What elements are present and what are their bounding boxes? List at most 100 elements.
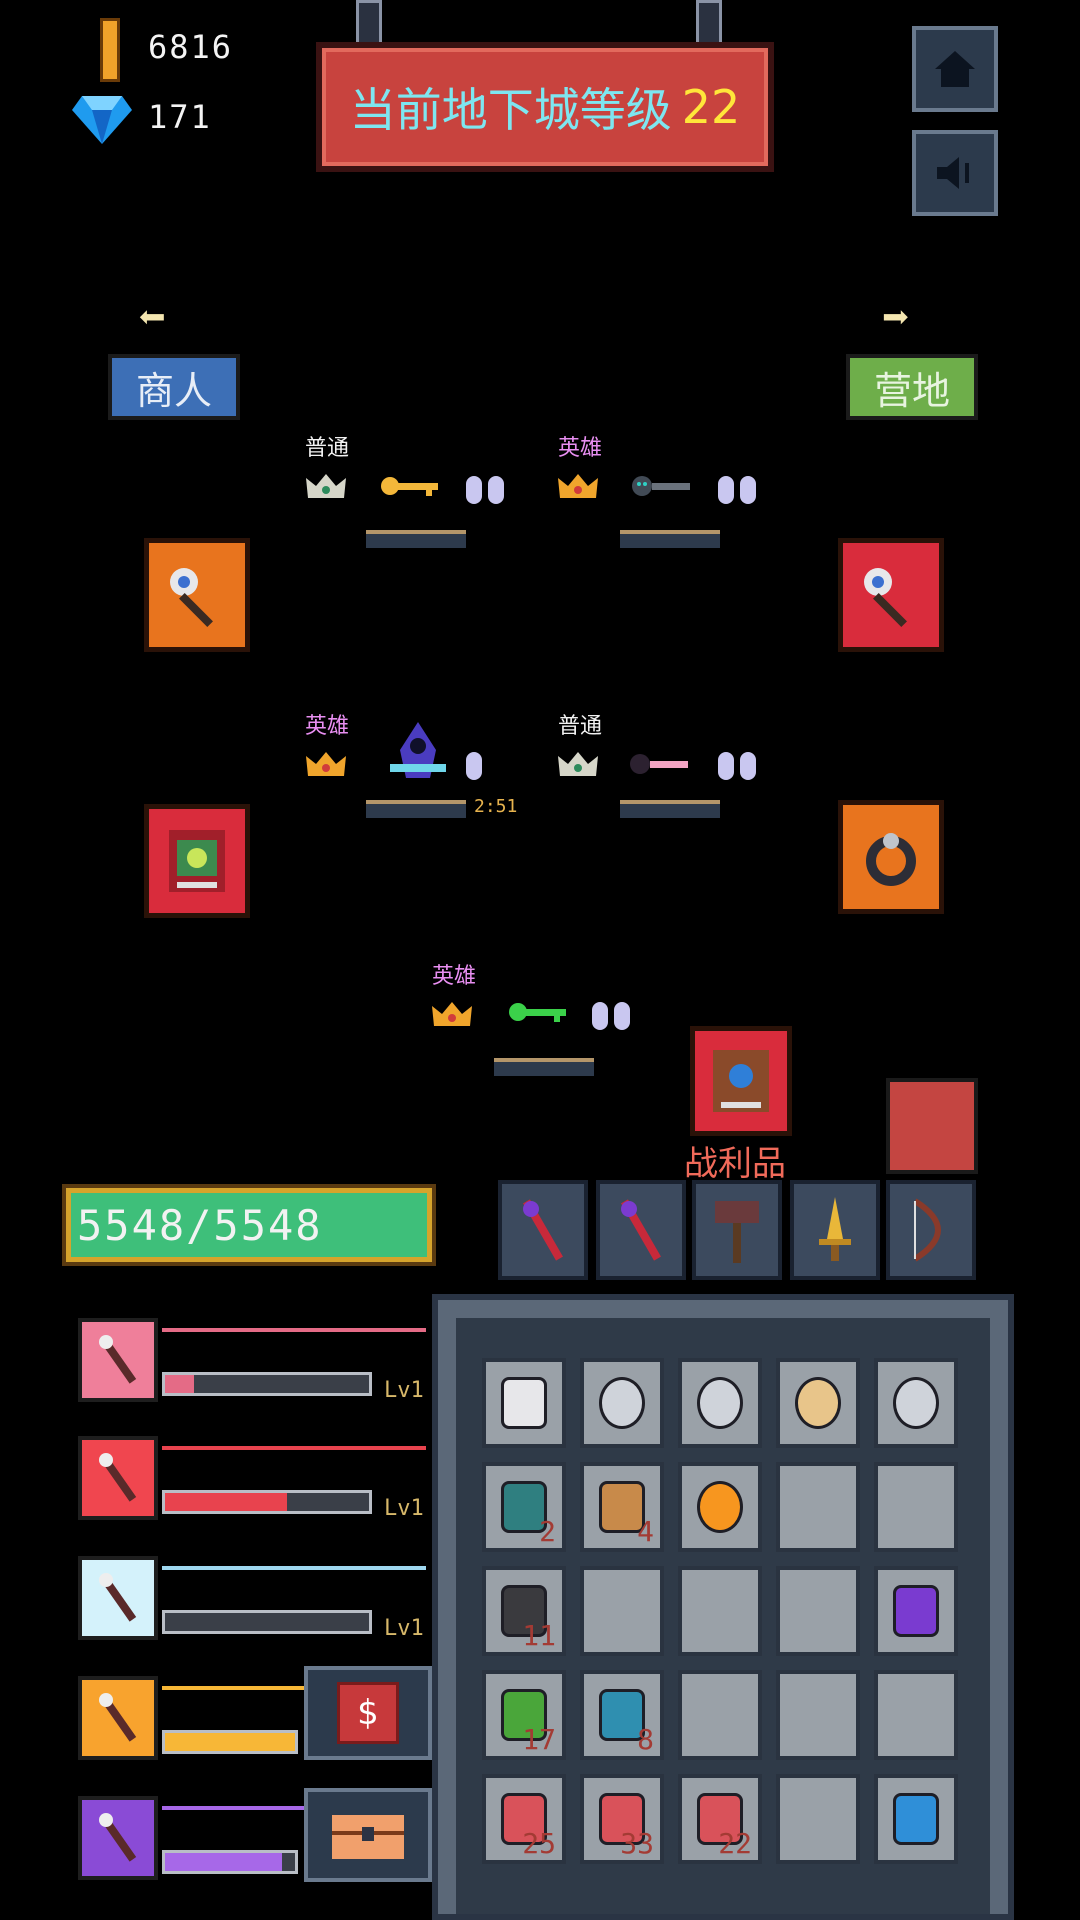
gold-crown-icon: [306, 752, 346, 776]
gold-key-icon: [381, 477, 438, 496]
weapon-level: Lv1: [384, 1616, 424, 1641]
room-5-reward[interactable]: [690, 1026, 792, 1136]
room-4-rarity: 普通: [558, 714, 603, 739]
inventory-slot[interactable]: [874, 1774, 958, 1864]
loot-slot-4[interactable]: [790, 1180, 880, 1280]
inventory-slot[interactable]: 17: [482, 1670, 566, 1760]
inventory-slot[interactable]: [874, 1670, 958, 1760]
weapon-exp-fill: [165, 1375, 194, 1393]
weapon-frame-line: [162, 1328, 426, 1332]
pedestal: [620, 530, 720, 548]
inventory-slot[interactable]: [678, 1566, 762, 1656]
inventory-slot[interactable]: 22: [678, 1774, 762, 1864]
room-2-reward[interactable]: [838, 538, 944, 652]
room-3-timer: 2:51: [474, 796, 518, 817]
bow-icon[interactable]: [78, 1796, 158, 1880]
inventory-slot[interactable]: [776, 1670, 860, 1760]
eye-staff-icon: [501, 1377, 547, 1429]
golden-sword-icon[interactable]: [78, 1556, 158, 1640]
weapon-frame-line: [162, 1446, 426, 1450]
crystal-cost: [592, 1002, 636, 1034]
eye-staff-icon: [864, 568, 907, 627]
inventory-slot[interactable]: [874, 1462, 958, 1552]
sound-button[interactable]: [912, 130, 998, 216]
weapon-row[interactable]: [78, 1676, 352, 1760]
item-count: 25: [522, 1827, 556, 1860]
inventory-slot[interactable]: [580, 1566, 664, 1656]
inventory-grid: 2 4 11 17 8 25 33 22: [456, 1318, 990, 1914]
left-arrow-icon[interactable]: ⬅: [138, 290, 166, 344]
red-crate[interactable]: [886, 1078, 978, 1174]
inventory-slot[interactable]: 33: [580, 1774, 664, 1864]
inventory-slot[interactable]: 25: [482, 1774, 566, 1864]
item-count: 17: [522, 1723, 556, 1756]
inventory-slot[interactable]: [776, 1566, 860, 1656]
inventory-slot[interactable]: [580, 1358, 664, 1448]
hammer-icon: [715, 1201, 759, 1263]
room-5-rarity: 英雄: [432, 964, 477, 989]
camp-button[interactable]: 营地: [846, 354, 978, 420]
inventory-slot[interactable]: 8: [580, 1670, 664, 1760]
gold-crown-icon: [432, 1002, 472, 1026]
weapon-row[interactable]: [78, 1796, 352, 1880]
weapon-exp-bar: [162, 1730, 298, 1754]
dungeon-level-banner: 当前地下城等级 22: [316, 42, 774, 172]
gold-icon: [100, 18, 120, 82]
weapon-row[interactable]: Lv1: [78, 1318, 426, 1403]
right-arrow-icon[interactable]: ➡: [882, 290, 910, 344]
eye-staff-icon: [170, 568, 213, 627]
loot-slot-1[interactable]: [498, 1180, 588, 1280]
weapon-row[interactable]: Lv1: [78, 1436, 426, 1521]
weapon-frame-line: [162, 1566, 426, 1570]
weapon-row[interactable]: Lv1: [78, 1556, 426, 1641]
gold-crown-icon: [558, 474, 598, 498]
inventory-slot[interactable]: [874, 1566, 958, 1656]
room-3-reward[interactable]: [144, 804, 250, 918]
pedestal: [366, 530, 466, 548]
inventory-slot[interactable]: [482, 1358, 566, 1448]
weapon-level: Lv1: [384, 1496, 424, 1521]
room-3-rarity: 英雄: [305, 714, 350, 739]
dark-key-icon: [630, 754, 688, 774]
gold-amount: 6816: [148, 28, 234, 66]
inventory-slot[interactable]: [776, 1358, 860, 1448]
room-4-reward[interactable]: [838, 800, 944, 914]
inventory-slot[interactable]: 11: [482, 1566, 566, 1656]
inventory-slot[interactable]: [776, 1462, 860, 1552]
inventory-slot[interactable]: 2: [482, 1462, 566, 1552]
silver-crown-icon: [558, 752, 598, 776]
item-count: 2: [539, 1515, 556, 1548]
chest-button[interactable]: [304, 1788, 432, 1882]
shop-button[interactable]: $: [304, 1666, 432, 1760]
room-1-reward[interactable]: [144, 538, 250, 652]
winged-staff-icon[interactable]: [78, 1676, 158, 1760]
inventory-slot[interactable]: [776, 1774, 860, 1864]
inventory-slot[interactable]: [678, 1670, 762, 1760]
eye-staff-icon[interactable]: [78, 1318, 158, 1402]
weapon-exp-bar: [162, 1610, 372, 1634]
spellbook-icon: [169, 830, 225, 892]
hp-bar: 5548/5548: [66, 1188, 432, 1262]
golden-sword-icon: [819, 1197, 851, 1261]
loot-slot-2[interactable]: [596, 1180, 686, 1280]
home-button[interactable]: [912, 26, 998, 112]
skull-key-icon: [632, 476, 690, 496]
crystal-cost: [718, 752, 762, 784]
chest-icon: [332, 1815, 404, 1859]
merchant-button[interactable]: 商人: [108, 354, 240, 420]
dollar-icon: $: [337, 1682, 399, 1744]
item-count: 8: [637, 1723, 654, 1756]
chain-left: [356, 0, 382, 46]
crystal-cost: [466, 476, 510, 508]
item-count: 11: [522, 1619, 556, 1652]
loot-slot-3[interactable]: [692, 1180, 782, 1280]
red-staff-icon[interactable]: [78, 1436, 158, 1520]
crystal-cost: [718, 476, 762, 508]
inventory-slot[interactable]: [874, 1358, 958, 1448]
inventory-slot[interactable]: 4: [580, 1462, 664, 1552]
inventory-slot[interactable]: [678, 1462, 762, 1552]
loot-slot-5[interactable]: [886, 1180, 976, 1280]
inventory-slot[interactable]: [678, 1358, 762, 1448]
weapon-exp-bar: [162, 1372, 372, 1396]
ghost-enemy-icon: [390, 722, 446, 778]
